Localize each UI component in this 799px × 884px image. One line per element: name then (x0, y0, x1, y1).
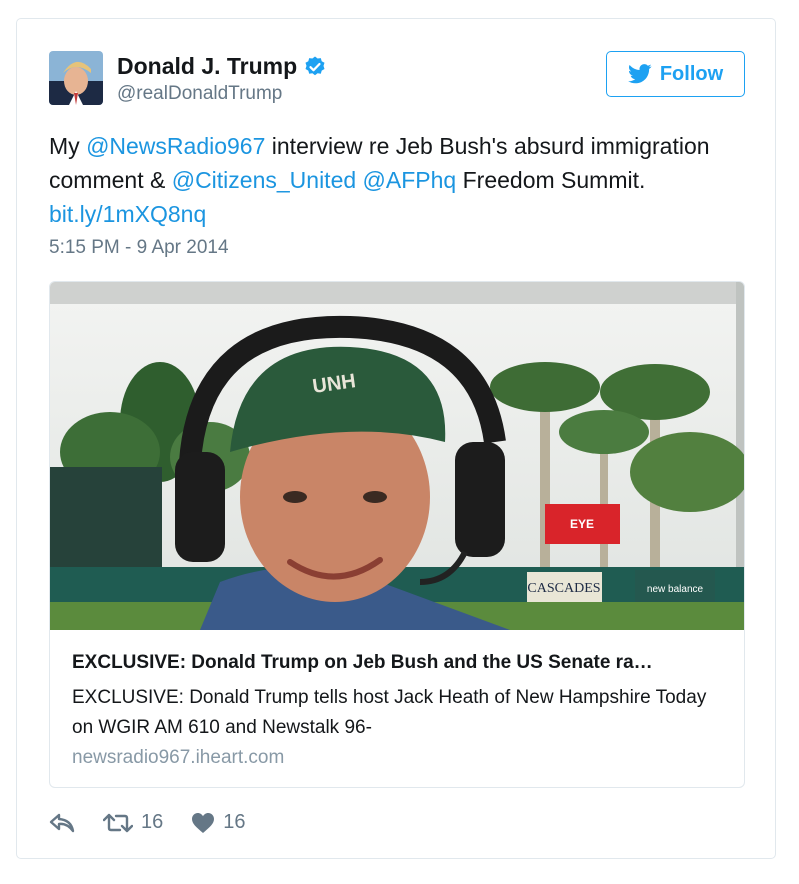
tweet-actions: 16 16 (49, 811, 274, 834)
like-count: 16 (223, 811, 246, 833)
author-handle[interactable]: @realDonaldTrump (117, 83, 327, 105)
retweet-button[interactable]: 16 (103, 811, 163, 834)
link-preview-description: EXCLUSIVE: Donald Trump tells host Jack … (72, 687, 707, 738)
tweet-timestamp[interactable]: 5:15 PM - 9 Apr 2014 (49, 237, 229, 259)
mention-newsradio967[interactable]: @NewsRadio967 (86, 133, 265, 159)
tweet-card: Donald J. Trump @realDonaldTrump Follow … (16, 18, 776, 859)
twitter-bird-icon (627, 64, 652, 84)
link-preview-domain: newsradio967.iheart.com (72, 747, 285, 768)
mention-citizens-united[interactable]: @Citizens_United (172, 167, 356, 193)
reply-button[interactable] (49, 813, 75, 833)
link-preview-card[interactable]: EYE CASCADES new balance UNH EXCLUSIVE: … (49, 281, 745, 788)
follow-label: Follow (659, 62, 724, 85)
retweet-icon (103, 813, 133, 832)
mention-afphq[interactable]: @AFPhq (363, 167, 457, 193)
link-preview-image: EYE CASCADES new balance UNH (50, 282, 744, 630)
follow-button[interactable]: Follow (606, 51, 745, 97)
reply-icon (49, 813, 75, 832)
sign-red-text: EYE (570, 517, 594, 531)
avatar[interactable] (49, 51, 103, 105)
link-preview-title: EXCLUSIVE: Donald Trump on Jeb Bush and … (72, 652, 653, 673)
tweet-link[interactable]: bit.ly/1mXQ8nq (49, 201, 206, 227)
verified-badge-icon (305, 56, 325, 75)
tweet-text: My @NewsRadio967 interview re Jeb Bush's… (49, 129, 739, 231)
sign-nb-text: new balance (647, 584, 704, 595)
author-info: Donald J. Trump @realDonaldTrump (117, 53, 327, 105)
display-name[interactable]: Donald J. Trump (117, 53, 297, 80)
sign-cascades-text: CASCADES (527, 581, 600, 596)
heart-icon (192, 812, 215, 833)
like-button[interactable]: 16 (191, 811, 246, 834)
tweet-text-segment: Freedom Summit. (456, 167, 646, 193)
tweet-text-segment: My (49, 133, 87, 159)
retweet-count: 16 (141, 811, 164, 833)
